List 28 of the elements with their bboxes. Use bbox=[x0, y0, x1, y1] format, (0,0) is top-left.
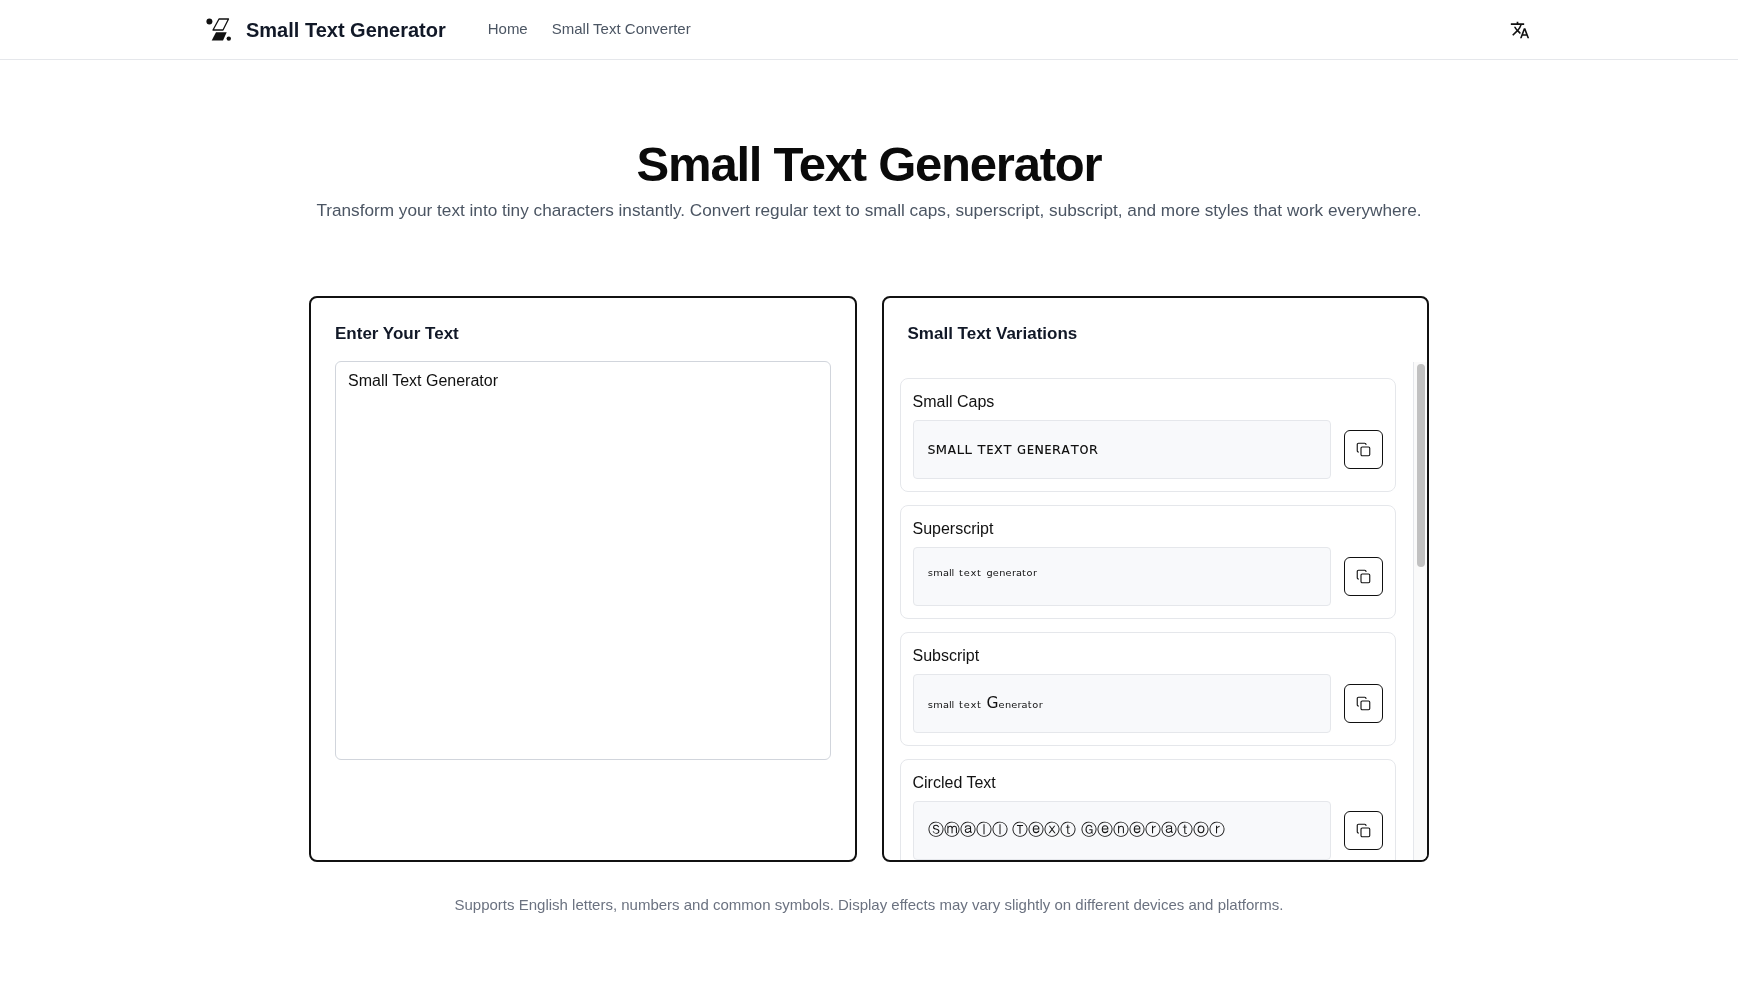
copy-button[interactable] bbox=[1344, 683, 1383, 723]
page-title: Small Text Generator bbox=[636, 138, 1102, 192]
copy-button[interactable] bbox=[1344, 556, 1383, 596]
panel-title: Enter Your Text bbox=[335, 322, 460, 345]
nav-link[interactable]: Home bbox=[487, 18, 528, 41]
copy-icon bbox=[1356, 568, 1371, 584]
output-field: ꜱᴍᴀʟʟ ᴛᴇxᴛ ɢᴇɴᴇʀᴀᴛᴏʀ bbox=[912, 419, 1331, 479]
copy-icon bbox=[1356, 441, 1371, 457]
page-subtitle: Transform your text into tiny characters instantly. Convert regular text to small caps, superscript, subscript, and more styles that work everywhere. bbox=[316, 198, 1422, 222]
output-field: ˢᵐᵃˡˡ ᵗᵉˣᵗ ᵍᵉⁿᵉʳᵃᵗᵒʳ bbox=[912, 546, 1331, 606]
output-field: Ⓢⓜⓐⓛⓛ Ⓣⓔⓧⓣ Ⓖⓔⓝⓔⓡⓐⓣⓞⓡ bbox=[912, 800, 1331, 860]
variation-label: Small Caps bbox=[912, 391, 996, 412]
footer-note: Supports English letters, numbers and common symbols. Display effects may vary slightly on different devices and platforms. bbox=[454, 894, 1284, 915]
scrollbar-thumb[interactable] bbox=[1416, 363, 1425, 567]
copy-button[interactable] bbox=[1344, 429, 1383, 469]
panel-title: Small Text Variations bbox=[906, 322, 1079, 345]
variation-label: Circled Text bbox=[912, 772, 997, 793]
nav-link[interactable]: Small Text Converter bbox=[551, 18, 691, 41]
translate-icon[interactable] bbox=[1510, 19, 1530, 40]
copy-icon bbox=[1356, 822, 1371, 838]
logo-icon bbox=[206, 17, 232, 42]
variation-label: Superscript bbox=[912, 518, 995, 539]
output-field: ₛₘₐₗₗ ₜₑₓₜ Gₑₙₑᵣₐₜₒᵣ bbox=[912, 673, 1331, 733]
copy-button[interactable] bbox=[1344, 810, 1383, 850]
copy-icon bbox=[1356, 695, 1371, 711]
variation-label: Subscript bbox=[912, 645, 981, 666]
text-input-field[interactable]: Small Text Generator bbox=[335, 360, 831, 760]
brand-link[interactable]: Small Text Generator bbox=[246, 14, 446, 45]
